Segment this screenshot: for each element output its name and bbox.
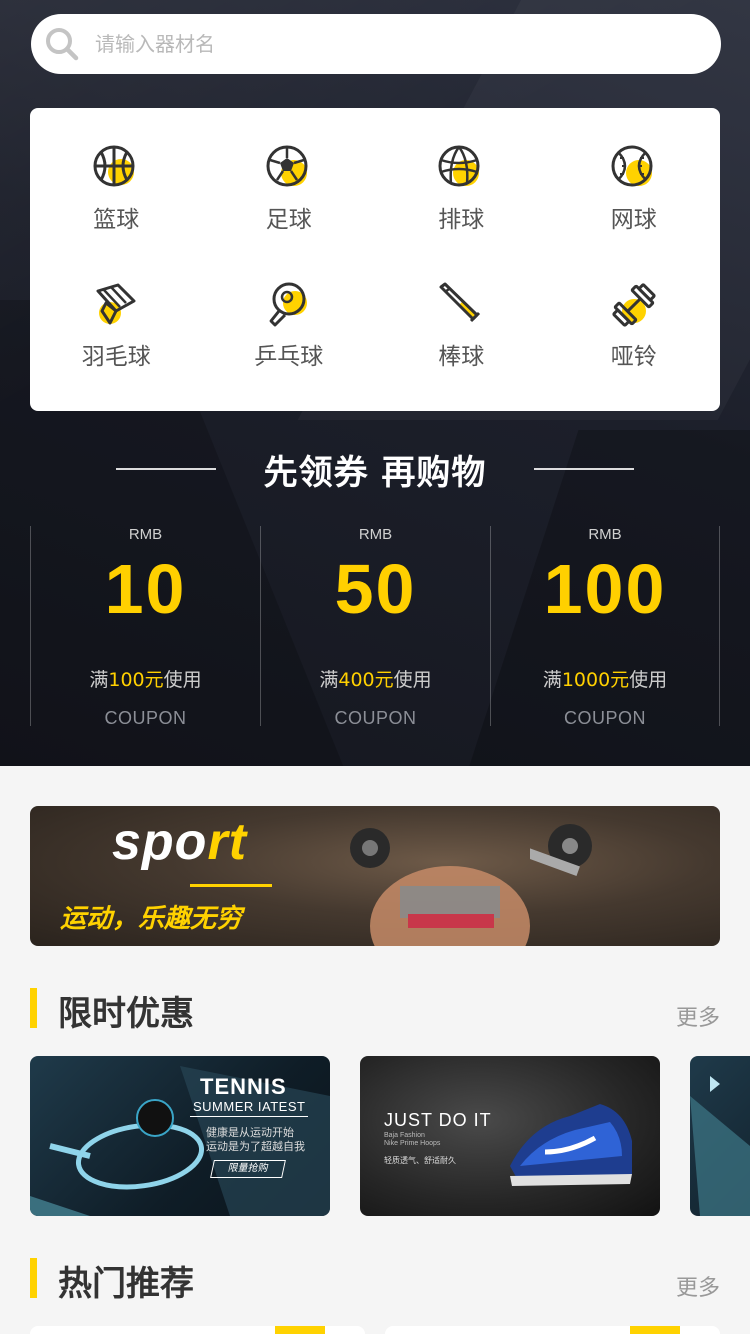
- deal-card-tennis[interactable]: TENNIS SUMMER IATEST 健康是从运动开始 运动是为了超越自我 …: [30, 1056, 330, 1216]
- limited-offers-header: 限时优惠 更多: [30, 986, 720, 1034]
- category-label: 哑铃: [610, 344, 657, 370]
- deal-subtitle: SUMMER IATEST: [193, 1099, 306, 1114]
- coupon-condition: 满100元使用: [89, 669, 202, 691]
- coupon-code: COUPON: [563, 708, 646, 728]
- banner-headline: sport: [112, 813, 248, 871]
- dumbbell-image: [530, 824, 592, 876]
- badminton-icon: [96, 283, 136, 325]
- category-label: 足球: [265, 207, 312, 233]
- product-card[interactable]: [30, 1326, 365, 1334]
- coupon-section-header: 先领券 再购物: [0, 446, 750, 493]
- coupon-card[interactable]: RMB 10 满100元使用 COUPON: [30, 526, 260, 728]
- category-tennis[interactable]: 网球: [548, 144, 721, 281]
- deal-image: [690, 1076, 750, 1216]
- category-badminton[interactable]: 羽毛球: [30, 281, 203, 418]
- divider: [534, 468, 635, 470]
- search-input[interactable]: [95, 32, 655, 56]
- promo-banner[interactable]: sport 运动，乐趣无穷: [30, 806, 720, 946]
- section-title: 热门推荐: [58, 1264, 194, 1304]
- deal-line: 运动是为了超越自我: [206, 1141, 305, 1153]
- banner-slogan: 运动，乐趣无穷: [60, 904, 243, 934]
- coupon-amount: 100: [543, 550, 667, 628]
- category-card: 篮球 足球 排球 网球 羽毛球 乒乓球 棒球 哑铃: [30, 108, 720, 411]
- category-dumbbell[interactable]: 哑铃: [548, 281, 721, 418]
- football-icon: [266, 145, 308, 187]
- coupon-condition: 满1000元使用: [542, 669, 668, 691]
- deal-carousel[interactable]: TENNIS SUMMER IATEST 健康是从运动开始 运动是为了超越自我 …: [30, 1056, 750, 1216]
- category-label: 排球: [438, 207, 485, 233]
- section-accent-bar: [30, 1258, 37, 1298]
- section-title: 限时优惠: [58, 994, 194, 1034]
- deal-card-shoe[interactable]: JUST DO IT Baja Fashion Nike Prime Hoops…: [360, 1056, 660, 1216]
- deal-card-partial[interactable]: [690, 1056, 750, 1216]
- search-icon[interactable]: [45, 27, 79, 61]
- dumbbell-icon: [612, 283, 656, 327]
- hero-section: 篮球 足球: [0, 0, 750, 766]
- deal-line: Baja Fashion: [384, 1132, 425, 1139]
- category-basketball[interactable]: 篮球: [30, 144, 203, 281]
- category-volleyball[interactable]: 排球: [375, 144, 548, 281]
- category-label: 棒球: [438, 344, 485, 370]
- coupon-code: COUPON: [334, 708, 417, 728]
- coupon-currency: RMB: [128, 526, 163, 543]
- limited-buy-button[interactable]: 限量抢购: [210, 1160, 286, 1178]
- more-link[interactable]: 更多: [676, 1270, 720, 1302]
- section-accent-bar: [30, 988, 37, 1028]
- volleyball-icon: [438, 145, 480, 187]
- category-label: 篮球: [93, 207, 140, 233]
- category-label: 网球: [610, 207, 657, 233]
- baseball-bat-icon: [439, 282, 481, 323]
- deal-title: JUST DO IT: [384, 1110, 492, 1130]
- coupon-section-title: 先领券 再购物: [263, 452, 487, 493]
- table-tennis-icon: [269, 282, 307, 327]
- product-card[interactable]: [385, 1326, 720, 1334]
- more-link[interactable]: 更多: [676, 1000, 720, 1032]
- divider: [115, 468, 216, 470]
- divider: [190, 1116, 308, 1117]
- category-label: 羽毛球: [81, 344, 151, 370]
- coupon-card[interactable]: RMB 100 满1000元使用 COUPON: [490, 526, 720, 728]
- coupon-currency: RMB: [358, 526, 393, 543]
- coupon-card[interactable]: RMB 50 满400元使用 COUPON: [260, 526, 490, 728]
- category-baseball[interactable]: 棒球: [375, 281, 548, 418]
- tennis-icon: [611, 145, 653, 187]
- banner-underline: [190, 884, 272, 887]
- basketball-icon: [93, 145, 135, 187]
- deal-title: TENNIS: [200, 1074, 287, 1099]
- hot-recommend-header: 热门推荐 更多: [30, 1256, 720, 1304]
- product-tag: [275, 1326, 325, 1334]
- coupon-amount: 50: [334, 550, 417, 628]
- deal-tagline: 轻质透气、舒适耐久: [384, 1156, 456, 1165]
- coupon-amount: 10: [104, 550, 187, 628]
- coupon-list: RMB 10 满100元使用 COUPON RMB 50 满400元使用 COU…: [30, 526, 720, 728]
- coupon-condition: 满400元使用: [319, 669, 432, 691]
- category-football[interactable]: 足球: [203, 144, 376, 281]
- product-tag: [630, 1326, 680, 1334]
- coupon-code: COUPON: [104, 708, 187, 728]
- coupon-currency: RMB: [588, 526, 622, 543]
- category-label: 乒乓球: [254, 344, 324, 370]
- deal-line: Nike Prime Hoops: [384, 1140, 441, 1147]
- category-table-tennis[interactable]: 乒乓球: [203, 281, 376, 418]
- search-bar[interactable]: [31, 14, 721, 74]
